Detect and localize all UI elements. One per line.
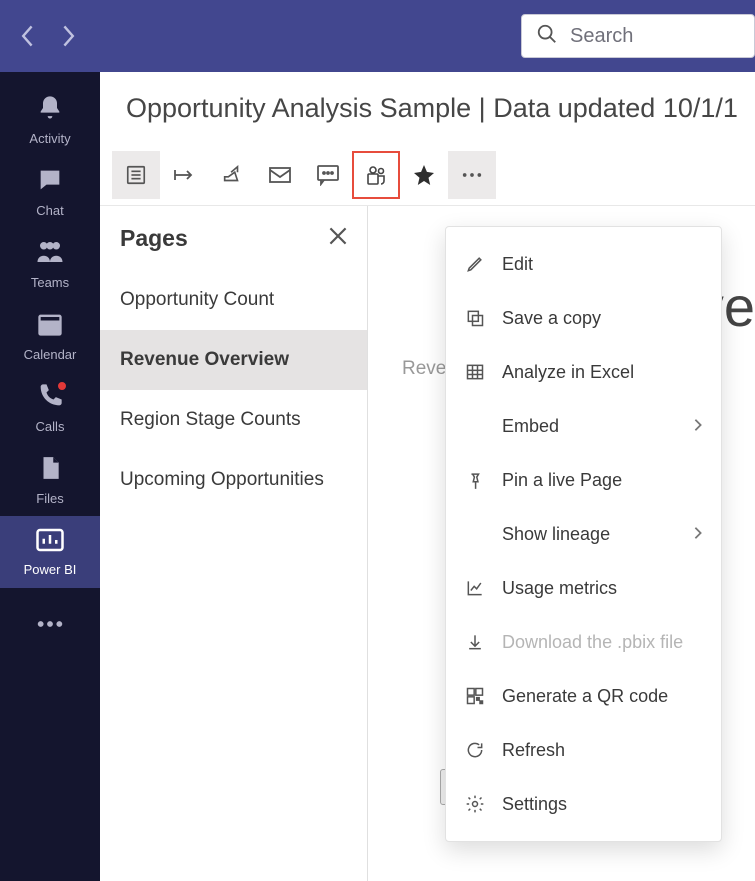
rail-more[interactable] [0,588,100,660]
close-pages-button[interactable] [325,223,351,254]
pencil-icon [464,254,486,274]
more-options-button[interactable] [448,151,496,199]
menu-label: Save a copy [502,308,601,329]
share-button[interactable] [208,151,256,199]
menu-refresh[interactable]: Refresh [446,723,721,777]
forward-button[interactable] [60,24,76,48]
files-icon [37,454,63,487]
gear-icon [464,794,486,814]
menu-lineage[interactable]: Show lineage [446,507,721,561]
rail-powerbi[interactable]: Power BI [0,516,100,588]
back-button[interactable] [20,24,36,48]
rail-label: Files [36,491,63,506]
rail-teams[interactable]: Teams [0,228,100,300]
report-title: Opportunity Analysis Sample | Data updat… [126,93,738,124]
menu-label: Settings [502,794,567,815]
rail-label: Activity [29,131,70,146]
report-header: Opportunity Analysis Sample | Data updat… [100,72,755,144]
rail-label: Calendar [24,347,77,362]
menu-usage-metrics[interactable]: Usage metrics [446,561,721,615]
rail-calls[interactable]: Calls [0,372,100,444]
page-label: Opportunity Count [120,289,274,311]
title-bar [0,0,755,72]
qr-icon [464,686,486,706]
page-label: Revenue Overview [120,349,289,371]
rail-label: Calls [36,419,65,434]
menu-pin-page[interactable]: Pin a live Page [446,453,721,507]
rail-files[interactable]: Files [0,444,100,516]
menu-label: Show lineage [502,524,610,545]
menu-settings[interactable]: Settings [446,777,721,831]
chevron-right-icon [693,416,703,437]
notification-badge [56,380,68,392]
download-icon [464,632,486,652]
powerbi-icon [35,527,65,558]
toggle-pane-button[interactable] [112,151,160,199]
search-icon [536,23,558,50]
menu-label: Usage metrics [502,578,617,599]
chat-icon [36,166,64,199]
page-item[interactable]: Region Stage Counts [100,390,367,450]
subscribe-button[interactable] [256,151,304,199]
canvas-partial-text: Reve [402,358,446,380]
app-rail: Activity Chat Teams Calendar Calls [0,72,100,881]
chevron-right-icon [693,524,703,545]
pages-panel: Pages Opportunity Count Revenue Overview… [100,206,368,881]
more-options-menu: Edit Save a copy Analyze in Excel Embed … [445,226,722,842]
menu-edit[interactable]: Edit [446,237,721,291]
pin-icon [464,470,486,490]
rail-calendar[interactable]: Calendar [0,300,100,372]
teams-icon [35,238,65,271]
menu-label: Embed [502,416,559,437]
rail-label: Chat [36,203,63,218]
menu-label: Pin a live Page [502,470,622,491]
calendar-icon [36,310,64,343]
copy-icon [464,308,486,328]
menu-analyze-excel[interactable]: Analyze in Excel [446,345,721,399]
favorite-button[interactable] [400,151,448,199]
rail-label: Teams [31,275,69,290]
pages-title: Pages [120,225,188,252]
comment-button[interactable] [304,151,352,199]
search-input[interactable] [570,25,740,48]
menu-label: Download the .pbix file [502,632,683,653]
menu-save-copy[interactable]: Save a copy [446,291,721,345]
rail-label: Power BI [24,562,77,577]
menu-label: Analyze in Excel [502,362,634,383]
search-box[interactable] [521,14,755,58]
refresh-icon [464,740,486,760]
page-item[interactable]: Revenue Overview [100,330,367,390]
page-label: Region Stage Counts [120,409,301,431]
page-item[interactable]: Opportunity Count [100,270,367,330]
menu-qr-code[interactable]: Generate a QR code [446,669,721,723]
menu-label: Refresh [502,740,565,761]
page-label: Upcoming Opportunities [120,469,324,491]
menu-label: Generate a QR code [502,686,668,707]
export-button[interactable] [160,151,208,199]
menu-download-pbix: Download the .pbix file [446,615,721,669]
report-toolbar [100,144,755,206]
excel-icon [464,362,486,382]
chart-icon [464,578,486,598]
menu-label: Edit [502,254,533,275]
page-item[interactable]: Upcoming Opportunities [100,450,367,510]
bell-icon [36,94,64,127]
teams-share-button[interactable] [352,151,400,199]
rail-chat[interactable]: Chat [0,156,100,228]
menu-embed[interactable]: Embed [446,399,721,453]
phone-icon [36,382,64,415]
rail-activity[interactable]: Activity [0,84,100,156]
